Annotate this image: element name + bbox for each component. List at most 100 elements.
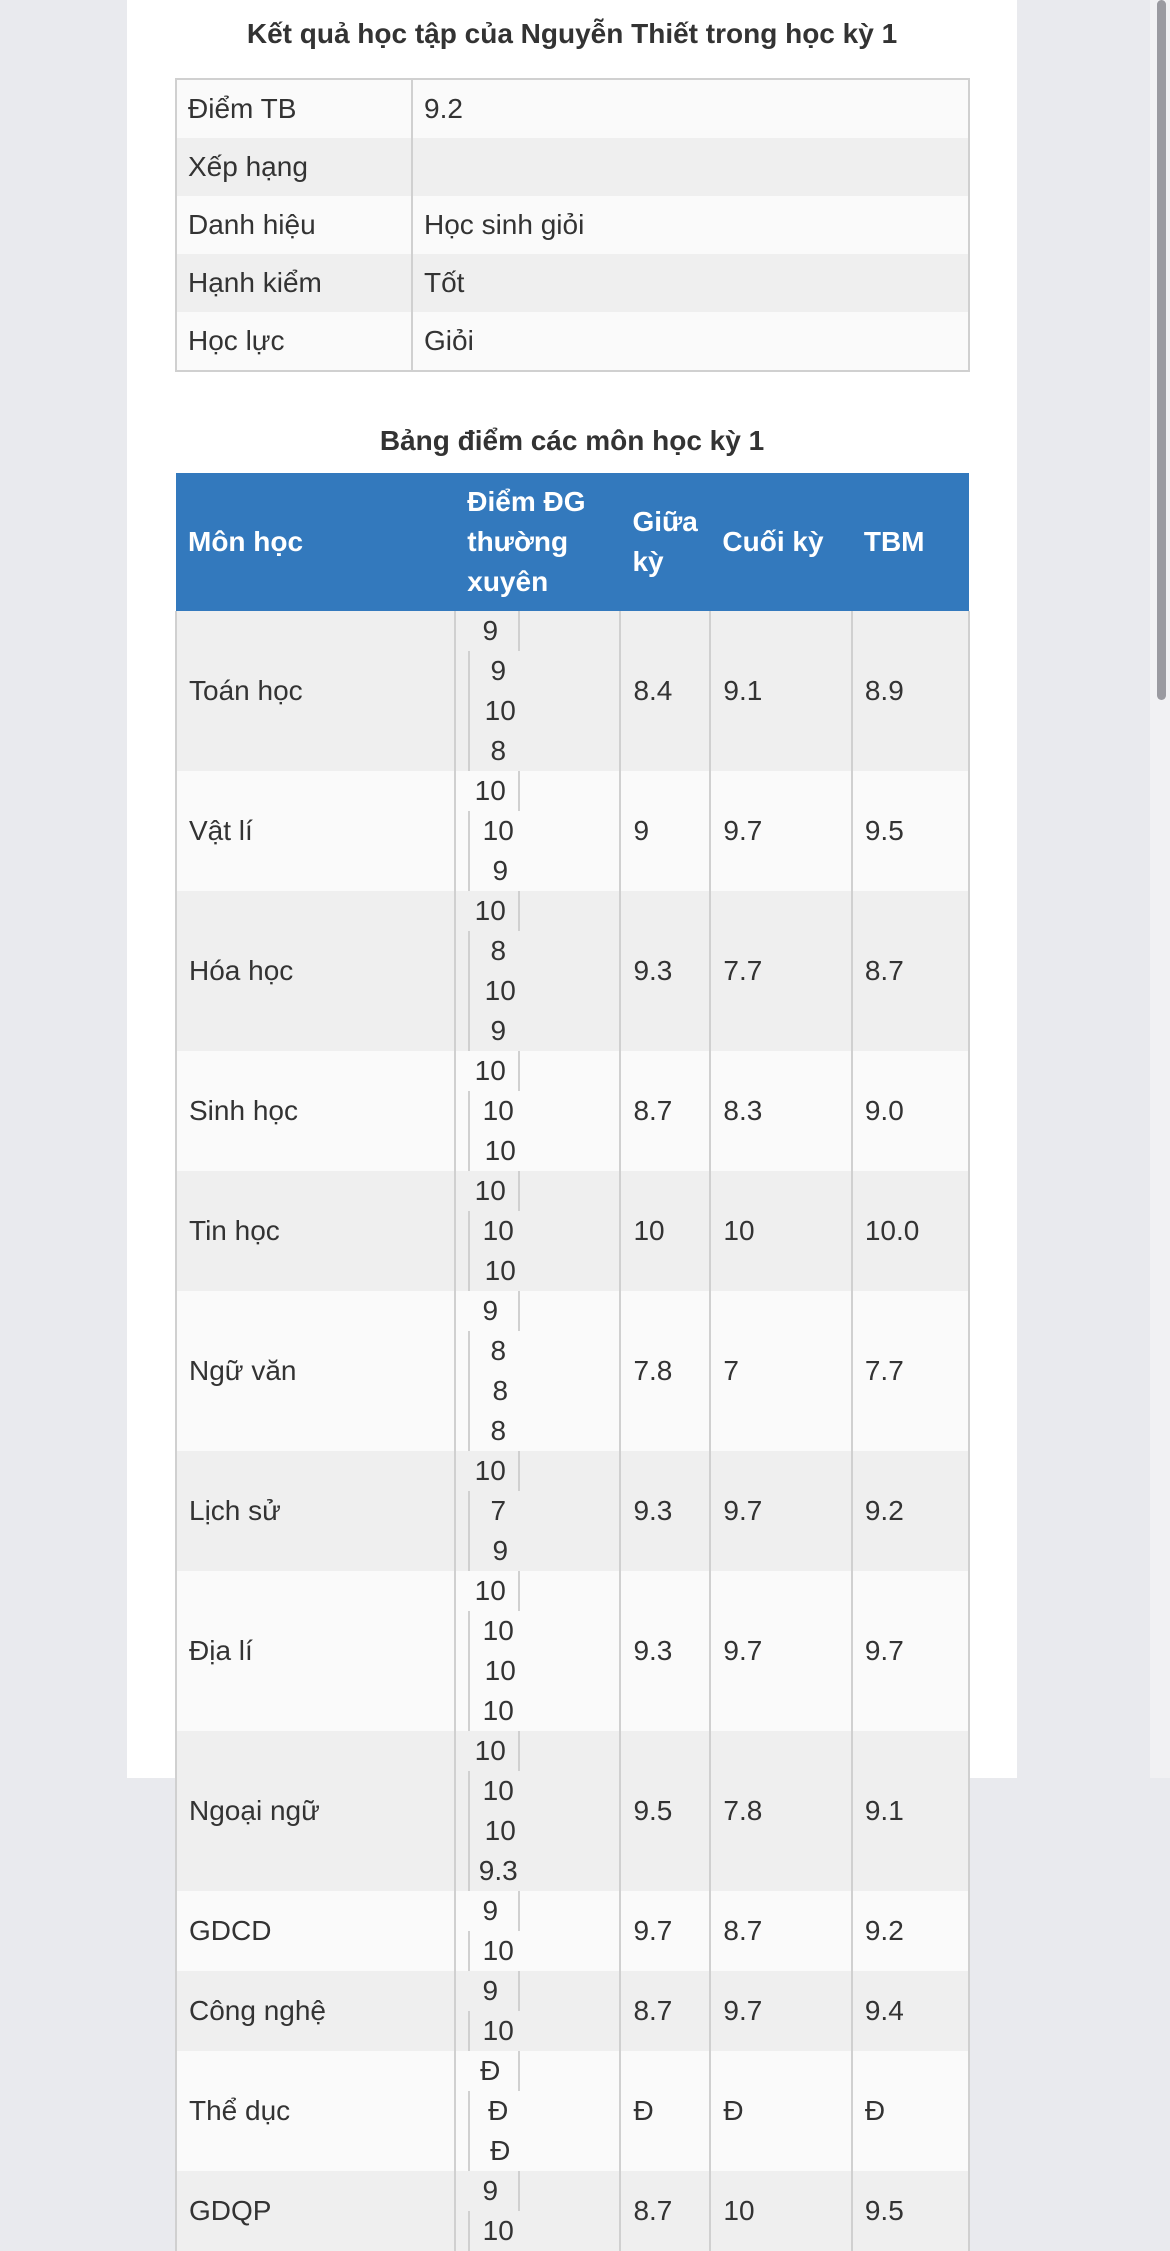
- summary-value: Học sinh giỏi: [412, 196, 969, 254]
- frequent-score: 10: [468, 1571, 521, 1611]
- frequent-scores-cell: 10 8 10 9: [454, 891, 622, 1051]
- midterm-score: 8.7: [619, 2171, 712, 2251]
- midterm-score: 9.3: [619, 1571, 712, 1731]
- report-page: Kết quả học tập của Nguyễn Thiết trong h…: [127, 0, 1017, 2251]
- frequent-score: Đ: [468, 2051, 521, 2091]
- frequent-score: 10: [468, 1931, 526, 1971]
- frequent-score: 10: [468, 971, 528, 1011]
- header-frequent-scores: Điểm ĐG thường xuyên: [455, 473, 621, 611]
- frequent-score: 10: [468, 1771, 526, 1811]
- midterm-score: 8.7: [619, 1051, 712, 1171]
- final-score: 7: [709, 1291, 853, 1451]
- scrollbar-thumb[interactable]: [1157, 0, 1166, 700]
- frequent-score: 7: [468, 1491, 526, 1531]
- frequent-score: 10: [468, 1731, 521, 1771]
- grades-title: Bảng điểm các môn học kỳ 1: [379, 425, 765, 456]
- final-score: 10: [709, 2171, 853, 2251]
- final-score: 10: [709, 1171, 853, 1291]
- score-list: 9888: [468, 1291, 578, 1451]
- frequent-scores-cell: 9 10: [454, 1971, 622, 2051]
- subject-name: Toán học: [174, 611, 457, 771]
- summary-label: Học lực: [176, 312, 413, 371]
- frequent-scores-cell: 9 9 10 8: [454, 611, 622, 771]
- final-score: 9.7: [709, 771, 853, 891]
- average-score: 9.5: [850, 771, 971, 891]
- summary-row: Điểm TB 9.2: [176, 79, 969, 138]
- grades-table: Môn học Điểm ĐG thường xuyên Giữa kỳ Cuố…: [174, 473, 971, 2251]
- summary-label: Danh hiệu: [176, 196, 413, 254]
- summary-row: Học lực Giỏi: [176, 312, 969, 371]
- frequent-score: 10: [468, 1451, 521, 1491]
- frequent-score: 9: [468, 851, 528, 891]
- subject-name: Địa lí: [174, 1571, 457, 1731]
- average-score: 10.0: [850, 1171, 971, 1291]
- frequent-score: 9: [468, 651, 526, 691]
- subject-name: Tin học: [174, 1171, 457, 1291]
- average-score: 9.2: [850, 1451, 971, 1571]
- frequent-scores-cell: 10 7 9: [454, 1451, 622, 1571]
- score-list: 10 10 10 9.3: [468, 1731, 578, 1891]
- frequent-score: 8: [468, 931, 526, 971]
- average-score: 9.2: [850, 1891, 971, 1971]
- subject-name: Ngoại ngữ: [174, 1731, 457, 1891]
- header-final: Cuối kỳ: [710, 473, 852, 611]
- frequent-score: 10: [468, 811, 526, 851]
- frequent-score: 10: [468, 2011, 526, 2051]
- subject-name: Sinh học: [174, 1051, 457, 1171]
- subject-name: Lịch sử: [174, 1451, 457, 1571]
- grade-row: GDQP 9 10 8.7 10 9.5: [174, 2171, 971, 2251]
- frequent-score: 8: [468, 1371, 528, 1411]
- score-list: 10 10 10: [468, 1051, 578, 1171]
- frequent-score: 10: [468, 1091, 526, 1131]
- summary-label: Điểm TB: [176, 79, 413, 138]
- summary-row: Hạnh kiểm Tốt: [176, 254, 969, 312]
- frequent-scores-cell: 10 10 10 9.3: [454, 1731, 622, 1891]
- midterm-score: 7.8: [619, 1291, 712, 1451]
- grade-row: Thể dục Đ Đ Đ Đ Đ Đ: [174, 2051, 971, 2171]
- frequent-score: 10: [468, 1651, 528, 1691]
- final-score: 7.8: [709, 1731, 853, 1891]
- grade-row: Công nghệ 9 10 8.7 9.7 9.4: [174, 1971, 971, 2051]
- score-list: 10 10 9: [468, 771, 578, 891]
- midterm-score: 8.7: [619, 1971, 712, 2051]
- final-score: 9.7: [709, 1971, 853, 2051]
- score-list: 9 10: [468, 2171, 578, 2251]
- header-average: TBM: [851, 473, 969, 611]
- midterm-score: 9.5: [619, 1731, 712, 1891]
- summary-table: Điểm TB 9.2 Xếp hạng Danh hiệu Học sinh giỏi…: [175, 78, 970, 372]
- subject-name: Công nghệ: [174, 1971, 457, 2051]
- page-title: Kết quả học tập của Nguyễn Thiết trong h…: [246, 18, 898, 49]
- subject-name: Hóa học: [174, 891, 457, 1051]
- average-score: 7.7: [850, 1291, 971, 1451]
- summary-value: [412, 138, 969, 196]
- grade-row: Ngoại ngữ 10 10 10 9.3 9.5 7.8 9.1: [174, 1731, 971, 1891]
- scrollbar[interactable]: [1150, 0, 1170, 1778]
- frequent-score: 9.3: [468, 1851, 526, 1891]
- header-midterm: Giữa kỳ: [620, 473, 711, 611]
- frequent-score: 10: [468, 1211, 526, 1251]
- midterm-score: 10: [619, 1171, 712, 1291]
- frequent-score: 10: [468, 1611, 526, 1651]
- final-score: 9.7: [709, 1571, 853, 1731]
- frequent-score: 9: [468, 2171, 521, 2211]
- frequent-score: 10: [468, 1131, 528, 1171]
- frequent-score: 8: [468, 1411, 526, 1451]
- average-score: 9.4: [850, 1971, 971, 2051]
- score-list: 10 7 9: [468, 1451, 578, 1571]
- score-list: 9 9 10 8: [468, 611, 578, 771]
- frequent-score: 9: [468, 1291, 521, 1331]
- frequent-score: 10: [468, 771, 521, 811]
- average-score: 9.5: [850, 2171, 971, 2251]
- score-list: 10 10 10 10: [468, 1571, 578, 1731]
- average-score: 9.7: [850, 1571, 971, 1731]
- average-score: 9.1: [850, 1731, 971, 1891]
- frequent-score: 9: [468, 611, 521, 651]
- average-score: Đ: [850, 2051, 971, 2171]
- frequent-score: 9: [468, 1971, 521, 2011]
- frequent-score: 10: [468, 1251, 528, 1291]
- midterm-score: 9.7: [619, 1891, 712, 1971]
- frequent-score: 10: [468, 1171, 521, 1211]
- grade-row: Ngữ văn 9 8 8 8 7.8 7 7.7: [174, 1291, 971, 1451]
- summary-label: Hạnh kiểm: [176, 254, 413, 312]
- midterm-score: Đ: [619, 2051, 712, 2171]
